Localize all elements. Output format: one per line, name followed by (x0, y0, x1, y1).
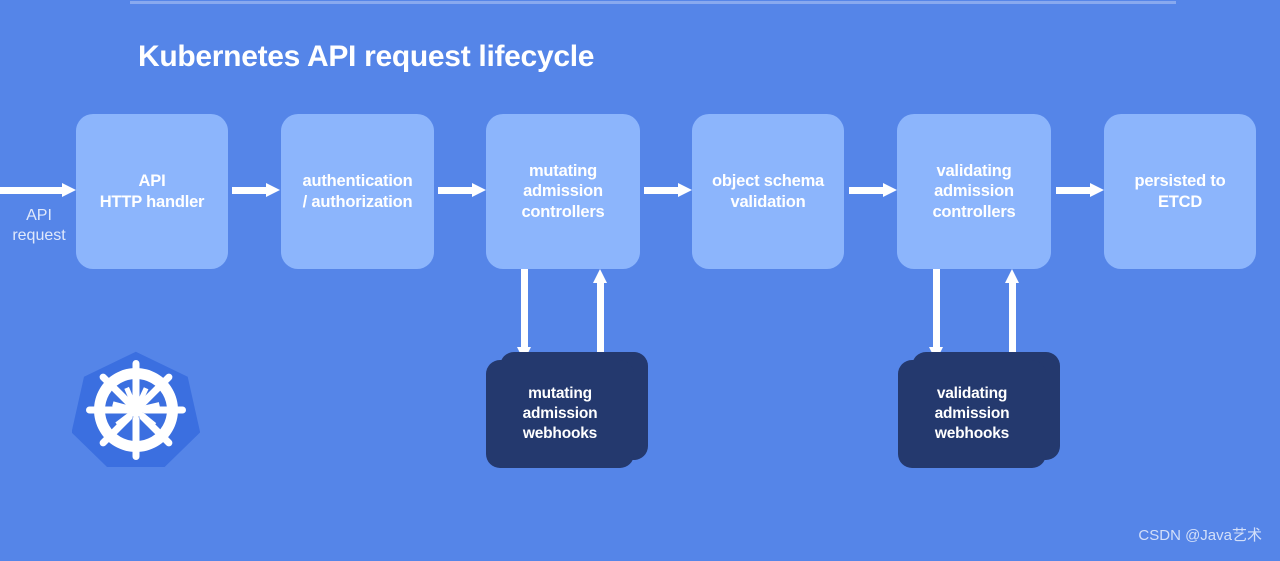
webhook-box-validating-admission-webhooks[interactable]: validating admission webhooks (898, 352, 1060, 470)
arrow-shaft (933, 269, 940, 348)
arrow-shaft (0, 187, 62, 194)
arrow-validating-controllers-to-etcd (1056, 183, 1104, 197)
arrow-request-to-api-handler (0, 183, 76, 197)
api-request-label: API request (12, 207, 66, 245)
arrow-head (1005, 269, 1019, 283)
arrow-mutating-controllers-to-webhooks (517, 269, 531, 361)
stage-label: persisted to ETCD (1134, 171, 1226, 211)
stage-box-validating-admission-controllers[interactable]: validating admission controllers (897, 114, 1051, 269)
arrow-shaft (644, 187, 678, 194)
arrow-shaft (438, 187, 472, 194)
webhook-label: validating admission webhooks (934, 384, 1010, 443)
webhook-box-mutating-admission-webhooks[interactable]: mutating admission webhooks (486, 352, 648, 470)
stage-box-mutating-admission-controllers[interactable]: mutating admission controllers (486, 114, 640, 269)
card-stack-front: validating admission webhooks (898, 360, 1046, 468)
watermark-text: CSDN @Java艺术 (1138, 527, 1262, 544)
kubernetes-logo (72, 351, 200, 467)
arrow-api-handler-to-auth (232, 183, 280, 197)
arrow-mutating-controllers-to-schema-validation (644, 183, 692, 197)
page-title: Kubernetes API request lifecycle (138, 40, 595, 73)
arrow-validating-webhooks-to-controllers (1005, 269, 1019, 361)
stage-label: mutating admission controllers (521, 161, 605, 221)
top-divider-line (130, 1, 1176, 4)
arrow-shaft (1056, 187, 1090, 194)
arrow-schema-validation-to-validating-controllers (849, 183, 897, 197)
stage-box-object-schema-validation[interactable]: object schema validation (692, 114, 844, 269)
stage-box-api-http-handler[interactable]: API HTTP handler (76, 114, 228, 269)
arrow-head (593, 269, 607, 283)
arrow-shaft (849, 187, 883, 194)
arrow-head (883, 183, 897, 197)
stage-box-persisted-to-etcd[interactable]: persisted to ETCD (1104, 114, 1256, 269)
stage-box-authentication-authorization[interactable]: authentication / authorization (281, 114, 434, 269)
stage-label: validating admission controllers (932, 161, 1016, 221)
arrow-auth-to-mutating-controllers (438, 183, 486, 197)
stage-label: object schema validation (711, 171, 825, 211)
arrow-shaft (1009, 282, 1016, 361)
arrow-head (1090, 183, 1104, 197)
stage-label: API HTTP handler (99, 171, 205, 211)
webhook-label: mutating admission webhooks (522, 384, 598, 443)
arrow-shaft (597, 282, 604, 361)
card-stack-front: mutating admission webhooks (486, 360, 634, 468)
arrow-shaft (232, 187, 266, 194)
arrow-validating-controllers-to-webhooks (929, 269, 943, 361)
arrow-head (62, 183, 76, 197)
arrow-head (472, 183, 486, 197)
arrow-shaft (521, 269, 528, 348)
arrow-head (266, 183, 280, 197)
diagram-canvas: Kubernetes API request lifecycle API req… (0, 0, 1280, 561)
arrow-mutating-webhooks-to-controllers (593, 269, 607, 361)
arrow-head (678, 183, 692, 197)
helm-wheel-icon (86, 360, 186, 460)
stage-label: authentication / authorization (302, 171, 413, 211)
